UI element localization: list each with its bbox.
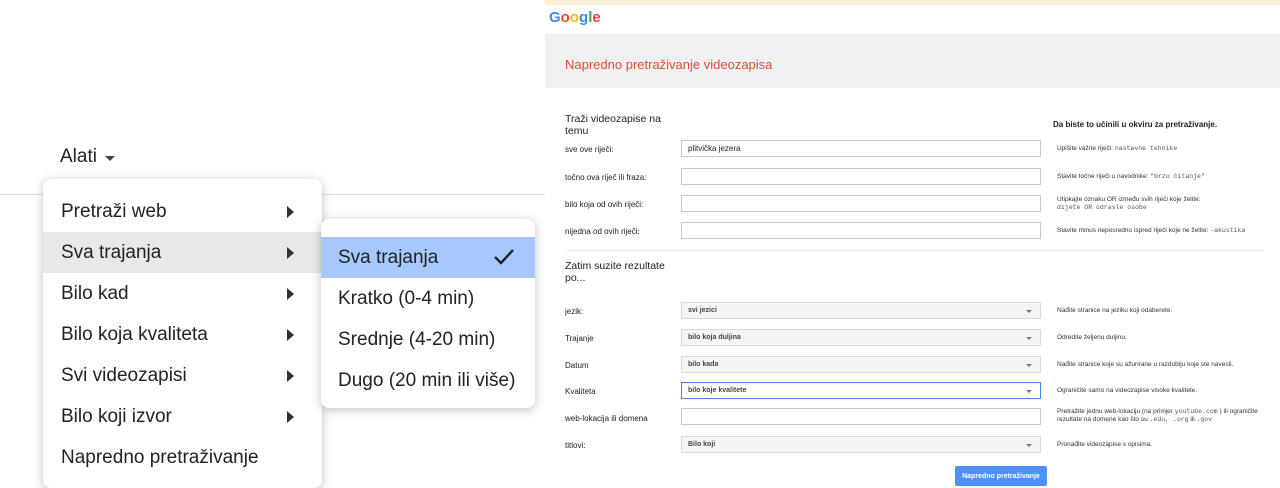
submenu-item-label: Sva trajanja (338, 246, 439, 268)
submenu-item-label: Kratko (0-4 min) (338, 287, 475, 309)
menu-item-label: Svi videozapisi (61, 364, 187, 386)
menu-item-label: Bilo koja kvaliteta (61, 323, 208, 345)
logo-letter: G (549, 9, 561, 26)
dropdown-arrow-icon (1026, 390, 1032, 393)
tools-panel: Alati Pretraži web Sva trajanja Bilo kad… (0, 0, 545, 488)
section-heading: Traži videozapise na temu (565, 113, 661, 137)
row-label: bilo koja od ovih riječi: (565, 200, 644, 209)
row-help: Pronađite videozapise s opisima. (1057, 441, 1153, 448)
check-icon (494, 249, 514, 265)
tools-button[interactable]: Alati (60, 146, 115, 168)
menu-item-search-web[interactable]: Pretraži web (43, 191, 322, 232)
dropdown-arrow-icon (1026, 444, 1032, 447)
menu-item-quality[interactable]: Bilo koja kvaliteta (43, 314, 322, 355)
all-words-input[interactable] (681, 140, 1041, 157)
row-help: Nađite stranice koje su ažurirane u razd… (1057, 361, 1234, 368)
row-label: jezik: (565, 307, 584, 316)
menu-item-label: Napredno pretraživanje (61, 446, 259, 468)
section-hint: Da biste to učinili u okviru za pretraži… (1053, 120, 1218, 129)
tools-label: Alati (60, 146, 97, 167)
row-label: nijedna od ovih riječi: (565, 227, 640, 236)
logo-letter: e (592, 9, 601, 26)
logo-letter: o (560, 9, 570, 26)
menu-item-source[interactable]: Bilo koji izvor (43, 396, 322, 437)
row-label: točno ova riječ ili fraza: (565, 173, 647, 182)
submenu-item-label: Dugo (20 min ili više) (338, 369, 516, 391)
row-label: sve ove riječi: (565, 145, 614, 154)
submenu-item-medium[interactable]: Srednje (4-20 min) (321, 319, 535, 360)
chevron-right-icon (287, 411, 294, 423)
top-stripe (545, 0, 1280, 5)
row-help: Upišite važne riječi: nastavne tehnike (1057, 145, 1178, 152)
page-title: Napredno pretraživanje videozapisa (565, 57, 773, 72)
quality-select[interactable]: bilo koje kvalitete (681, 382, 1041, 399)
google-logo: Google (549, 9, 601, 26)
submenu-item-short[interactable]: Kratko (0-4 min) (321, 278, 535, 319)
menu-item-advanced-search[interactable]: Napredno pretraživanje (43, 437, 322, 478)
advanced-search-panel: Google Napredno pretraživanje videozapis… (545, 0, 1280, 488)
row-help: Stavite točne riječi u navodnike: "brzo … (1057, 173, 1205, 180)
dropdown-arrow-icon (1026, 364, 1032, 367)
menu-item-label: Bilo koji izvor (61, 405, 172, 427)
menu-item-time[interactable]: Bilo kad (43, 273, 322, 314)
chevron-right-icon (287, 370, 294, 382)
submenu-item-all-durations[interactable]: Sva trajanja (321, 237, 535, 278)
menu-item-label: Sva trajanja (61, 241, 162, 263)
tools-menu: Pretraži web Sva trajanja Bilo kad Bilo … (43, 179, 322, 488)
row-label: Datum (565, 361, 589, 370)
section-divider (565, 250, 1263, 251)
language-select[interactable]: svi jezici (681, 302, 1041, 319)
chevron-right-icon (287, 247, 294, 259)
row-help: Stavite minus neposredno ispred riječi k… (1057, 227, 1246, 234)
submenu-item-label: Srednje (4-20 min) (338, 328, 496, 350)
menu-item-duration[interactable]: Sva trajanja (43, 232, 322, 273)
row-label: Trajanje (565, 334, 594, 343)
logo-letter: o (569, 9, 580, 26)
section-heading: Zatim suzite rezultate po... (565, 260, 665, 284)
chevron-right-icon (287, 288, 294, 300)
chevron-right-icon (287, 329, 294, 341)
row-help: Nađite stranice na jeziku koji odaberete… (1057, 307, 1173, 314)
dropdown-arrow-icon (1026, 310, 1032, 313)
caret-down-icon (104, 156, 115, 161)
exact-phrase-input[interactable] (681, 168, 1041, 185)
row-help: Utipkajte oznaku OR između svih riječi k… (1057, 196, 1201, 211)
any-words-input[interactable] (681, 195, 1041, 212)
dropdown-arrow-icon (1026, 337, 1032, 340)
row-help: Pretražite jednu web-lokaciju (na primje… (1057, 408, 1258, 423)
logo-letter: g (579, 9, 589, 26)
row-help: Ograničite samo na videozapise visoke kv… (1057, 387, 1198, 394)
advanced-search-button[interactable]: Napredno pretraživanje (955, 466, 1047, 486)
duration-submenu: Sva trajanja Kratko (0-4 min) Srednje (4… (321, 219, 535, 408)
none-words-input[interactable] (681, 222, 1041, 239)
menu-item-videos[interactable]: Svi videozapisi (43, 355, 322, 396)
subtitles-select[interactable]: Bilo koji (681, 436, 1041, 453)
row-label: titlovi: (565, 441, 586, 450)
submenu-item-long[interactable]: Dugo (20 min ili više) (321, 360, 535, 401)
date-select[interactable]: bilo kada (681, 356, 1041, 373)
chevron-right-icon (287, 206, 294, 218)
duration-select[interactable]: bilo koja duljina (681, 329, 1041, 346)
menu-item-label: Pretraži web (61, 200, 167, 222)
row-help: Odredite željenu duljinu. (1057, 334, 1127, 341)
site-domain-input[interactable] (681, 408, 1041, 425)
menu-item-label: Bilo kad (61, 282, 129, 304)
row-label: Kvaliteta (565, 387, 596, 396)
row-label: web-lokacija ili domena (565, 414, 648, 423)
